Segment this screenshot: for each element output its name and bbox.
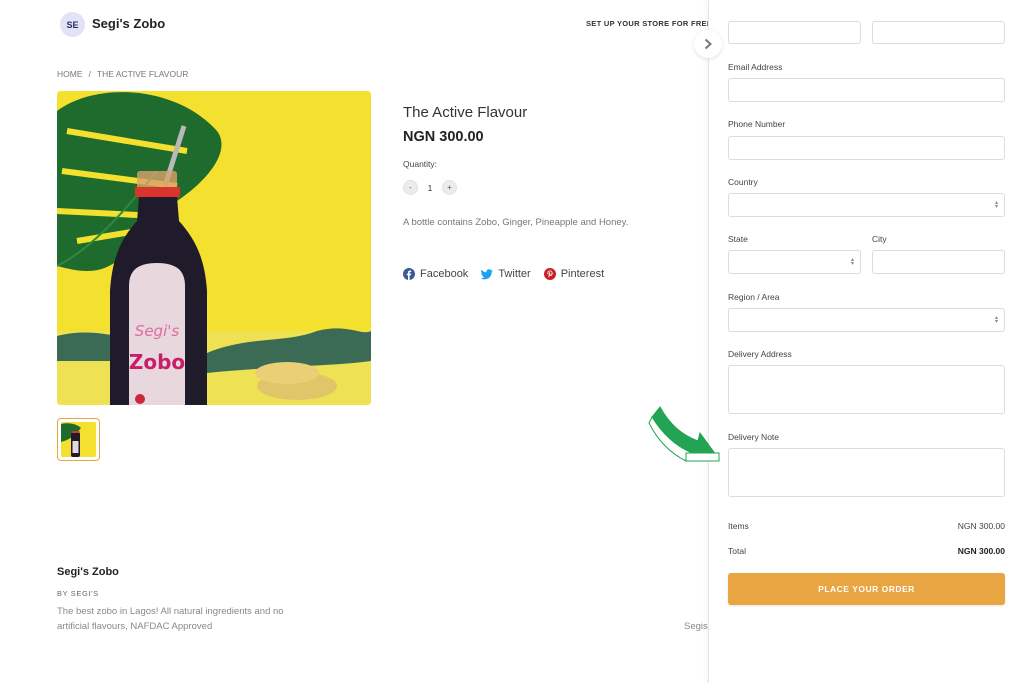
setup-store-link[interactable]: SET UP YOUR STORE FOR FREE <box>586 19 712 28</box>
thumbnail-image <box>61 422 96 457</box>
country-label: Country <box>728 177 758 187</box>
breadcrumb-home[interactable]: HOME <box>57 69 83 79</box>
delivery-note-textarea[interactable] <box>728 448 1005 497</box>
quantity-stepper: - 1 + <box>403 180 457 195</box>
delivery-address-textarea[interactable] <box>728 365 1005 414</box>
increment-button[interactable]: + <box>442 180 457 195</box>
product-image[interactable]: Segi's Zobo <box>57 91 371 405</box>
product-description: A bottle contains Zobo, Ginger, Pineappl… <box>403 217 629 228</box>
decrement-button[interactable]: - <box>403 180 418 195</box>
items-label: Items <box>728 521 749 531</box>
city-label: City <box>872 234 887 244</box>
place-order-button[interactable]: PLACE YOUR ORDER <box>728 573 1005 605</box>
select-arrows-icon: ▴ ▾ <box>994 315 998 325</box>
select-arrows-icon: ▴ ▾ <box>994 200 998 210</box>
breadcrumb-separator: / <box>88 69 91 79</box>
region-select[interactable]: ▴ ▾ <box>728 308 1005 332</box>
city-input[interactable] <box>872 250 1005 274</box>
share-twitter-label: Twitter <box>498 268 531 280</box>
product-photo: Segi's Zobo <box>57 91 371 405</box>
breadcrumb: HOME / THE ACTIVE FLAVOUR <box>57 69 188 79</box>
state-label: State <box>728 234 748 244</box>
quantity-label: Quantity: <box>403 159 438 169</box>
share-pinterest-label: Pinterest <box>560 268 605 280</box>
phone-label: Phone Number <box>728 119 786 129</box>
footer-owner: BY SEGI'S <box>57 589 99 598</box>
share-twitter[interactable]: Twitter <box>481 268 531 280</box>
quantity-value: 1 <box>427 182 433 193</box>
store-name[interactable]: Segi's Zobo <box>92 16 165 31</box>
footer-right-text: Segis <box>684 621 708 632</box>
email-input[interactable] <box>728 78 1005 102</box>
pinterest-icon <box>543 268 556 280</box>
total-value: NGN 300.00 <box>957 546 1005 556</box>
country-select[interactable]: ▴ ▾ <box>728 193 1005 217</box>
share-pinterest[interactable]: Pinterest <box>543 268 605 280</box>
region-label: Region / Area <box>728 292 780 302</box>
items-value: NGN 300.00 <box>957 521 1005 531</box>
email-label: Email Address <box>728 62 783 72</box>
bottle-label-product: Zobo <box>129 350 185 374</box>
product-thumbnail[interactable] <box>57 418 100 461</box>
twitter-icon <box>481 269 493 280</box>
product-price: NGN 300.00 <box>403 129 484 145</box>
share-facebook-label: Facebook <box>420 268 469 280</box>
first-name-input[interactable] <box>728 21 861 44</box>
delivery-note-label: Delivery Note <box>728 432 780 442</box>
footer-store-name: Segi's Zobo <box>57 566 119 578</box>
phone-input[interactable] <box>728 136 1005 160</box>
store-avatar[interactable]: SE <box>60 12 85 37</box>
breadcrumb-current: THE ACTIVE FLAVOUR <box>96 69 189 79</box>
total-label: Total <box>728 546 746 556</box>
footer-description: The best zobo in Lagos! All natural ingr… <box>57 606 284 632</box>
select-arrows-icon: ▴ ▾ <box>850 257 854 267</box>
state-select[interactable]: ▴ ▾ <box>728 250 861 274</box>
bottle-label-brand: Segi's <box>135 322 180 340</box>
last-name-input[interactable] <box>872 21 1005 44</box>
delivery-address-label: Delivery Address <box>728 349 792 359</box>
share-facebook[interactable]: Facebook <box>403 268 468 280</box>
chevron-right-icon <box>704 38 712 50</box>
facebook-icon <box>403 268 415 280</box>
product-title: The Active Flavour <box>403 104 528 121</box>
share-links: Facebook Twitter Pinterest <box>403 268 604 280</box>
annotation-arrow-icon <box>648 406 720 462</box>
collapse-panel-button[interactable] <box>694 30 722 58</box>
